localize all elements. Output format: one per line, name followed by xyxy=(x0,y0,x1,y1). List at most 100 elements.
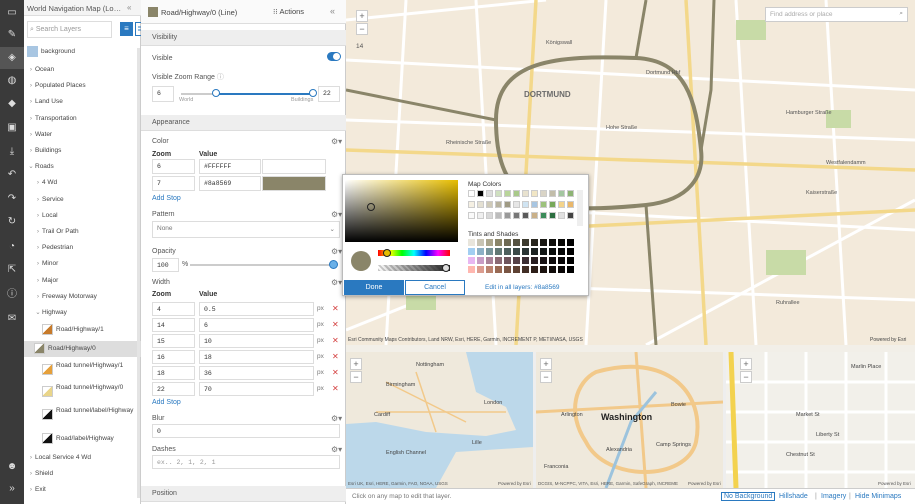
chevron-right-icon[interactable]: › xyxy=(34,192,42,208)
undo-icon[interactable]: ↶ xyxy=(0,164,24,186)
layer-item[interactable]: › Ocean xyxy=(24,62,141,78)
tint-swatch[interactable] xyxy=(531,266,538,273)
info-icon[interactable]: ⓘ xyxy=(0,284,24,306)
layer-item[interactable]: Road/Highway/1 xyxy=(24,322,141,338)
tint-swatch[interactable] xyxy=(495,239,502,246)
tint-swatch[interactable] xyxy=(522,239,529,246)
no-background-button[interactable]: No Background xyxy=(721,492,776,501)
saturation-area[interactable] xyxy=(345,180,458,242)
position-section[interactable]: Position xyxy=(141,486,346,502)
layer-item[interactable]: › Minor xyxy=(24,256,141,272)
color-stop-zoom-input[interactable]: 7 xyxy=(152,176,195,191)
rotate-icon[interactable]: ↻ xyxy=(0,211,24,233)
color-stop-value-input[interactable]: #FFFFFF xyxy=(199,159,261,174)
tint-swatch[interactable] xyxy=(477,266,484,273)
layer-item[interactable]: ⌄Roads xyxy=(24,159,141,175)
tint-swatch[interactable] xyxy=(540,257,547,264)
chevron-right-icon[interactable]: › xyxy=(27,482,35,498)
done-button[interactable]: Done xyxy=(344,280,404,295)
layers-icon[interactable]: ◈ xyxy=(0,47,24,69)
map-colors-palette[interactable] xyxy=(468,190,576,226)
address-search-input[interactable]: Find address or place ⌕ xyxy=(765,7,908,22)
chevron-right-icon[interactable]: › xyxy=(34,240,42,256)
tint-swatch[interactable] xyxy=(558,239,565,246)
gear-icon[interactable]: ⚙▾ xyxy=(331,414,342,423)
share-icon[interactable]: ⇱ xyxy=(0,259,24,281)
minimap-city[interactable]: + − xyxy=(726,352,915,488)
palette-swatch[interactable] xyxy=(495,190,502,197)
gear-icon[interactable]: ⚙▾ xyxy=(331,247,342,256)
chevron-right-icon[interactable]: › xyxy=(27,127,35,143)
layer-item[interactable]: › Transportation xyxy=(24,111,141,127)
palette-swatch[interactable] xyxy=(468,212,475,219)
tint-swatch[interactable] xyxy=(477,257,484,264)
layer-item[interactable]: › Local Service 4 Wd xyxy=(24,450,141,466)
collapse-panel-icon[interactable]: « xyxy=(330,6,335,16)
palette-swatch[interactable] xyxy=(486,190,493,197)
palette-swatch[interactable] xyxy=(513,201,520,208)
palette-swatch[interactable] xyxy=(567,190,574,197)
color-stop-swatch[interactable] xyxy=(262,176,326,191)
chevron-right-icon[interactable]: › xyxy=(34,273,42,289)
gear-icon[interactable]: ⚙▾ xyxy=(331,210,342,219)
palette-swatch[interactable] xyxy=(549,201,556,208)
palette-swatch[interactable] xyxy=(531,190,538,197)
tint-swatch[interactable] xyxy=(513,257,520,264)
add-color-stop-link[interactable]: Add Stop xyxy=(152,195,181,202)
layer-item[interactable]: › Pedestrian xyxy=(24,240,141,256)
actions-menu[interactable]: ⁝⁝ Actions xyxy=(273,7,304,16)
layer-item[interactable]: › Land Use xyxy=(24,94,141,110)
zoom-in-button[interactable]: + xyxy=(350,358,362,370)
layer-item[interactable]: › Service xyxy=(24,192,141,208)
tint-swatch[interactable] xyxy=(468,266,475,273)
tint-swatch[interactable] xyxy=(495,248,502,255)
palette-swatch[interactable] xyxy=(558,190,565,197)
chevron-right-icon[interactable]: › xyxy=(27,62,35,78)
layer-item[interactable]: › Water xyxy=(24,127,141,143)
hide-minimaps-button[interactable]: Hide Minimaps xyxy=(855,493,901,500)
palette-swatch[interactable] xyxy=(531,212,538,219)
gear-icon[interactable]: ⚙▾ xyxy=(331,137,342,146)
opacity-slider-handle[interactable] xyxy=(329,260,338,269)
list-view-button[interactable]: ≡ xyxy=(120,22,133,36)
gear-icon[interactable]: ⚙▾ xyxy=(331,278,342,287)
remove-stop-icon[interactable]: ✕ xyxy=(332,320,339,329)
chevron-right-icon[interactable]: › xyxy=(27,78,35,94)
tint-swatch[interactable] xyxy=(558,248,565,255)
tint-swatch[interactable] xyxy=(468,257,475,264)
tint-swatch[interactable] xyxy=(468,248,475,255)
zoom-in-button[interactable]: + xyxy=(356,10,368,22)
chevron-right-icon[interactable]: › xyxy=(27,466,35,482)
tint-swatch[interactable] xyxy=(567,248,574,255)
palette-swatch[interactable] xyxy=(567,201,574,208)
dashes-input[interactable]: ex.. 2, 1, 2, 1 xyxy=(152,455,340,469)
palette-swatch[interactable] xyxy=(549,190,556,197)
redo-icon[interactable]: ↷ xyxy=(0,188,24,210)
tint-swatch[interactable] xyxy=(468,239,475,246)
palette-swatch[interactable] xyxy=(504,201,511,208)
layer-item[interactable]: › Shield xyxy=(24,466,141,482)
color-stop-zoom-input[interactable]: 6 xyxy=(152,159,195,174)
chevron-right-icon[interactable]: › xyxy=(34,289,42,305)
tint-swatch[interactable] xyxy=(567,266,574,273)
tint-swatch[interactable] xyxy=(522,257,529,264)
shapes-icon[interactable]: ◆ xyxy=(0,93,24,115)
palette-swatch[interactable] xyxy=(522,212,529,219)
chevron-right-icon[interactable]: › xyxy=(34,224,42,240)
palette-swatch[interactable] xyxy=(558,201,565,208)
width-stop-zoom-input[interactable]: 4 xyxy=(152,302,195,316)
tint-swatch[interactable] xyxy=(477,248,484,255)
tint-swatch[interactable] xyxy=(540,266,547,273)
chevron-right-icon[interactable]: › xyxy=(34,208,42,224)
tint-swatch[interactable] xyxy=(513,266,520,273)
palette-swatch[interactable] xyxy=(477,190,484,197)
palette-icon[interactable]: ◍ xyxy=(0,70,24,92)
zoom-out-button[interactable]: − xyxy=(356,23,368,35)
tint-swatch[interactable] xyxy=(549,266,556,273)
width-stop-zoom-input[interactable]: 15 xyxy=(152,334,195,348)
gear-icon[interactable]: ⚙▾ xyxy=(331,445,342,454)
palette-swatch[interactable] xyxy=(540,212,547,219)
zoom-max-input[interactable]: 22 xyxy=(318,86,340,102)
tint-swatch[interactable] xyxy=(522,248,529,255)
tint-swatch[interactable] xyxy=(486,266,493,273)
